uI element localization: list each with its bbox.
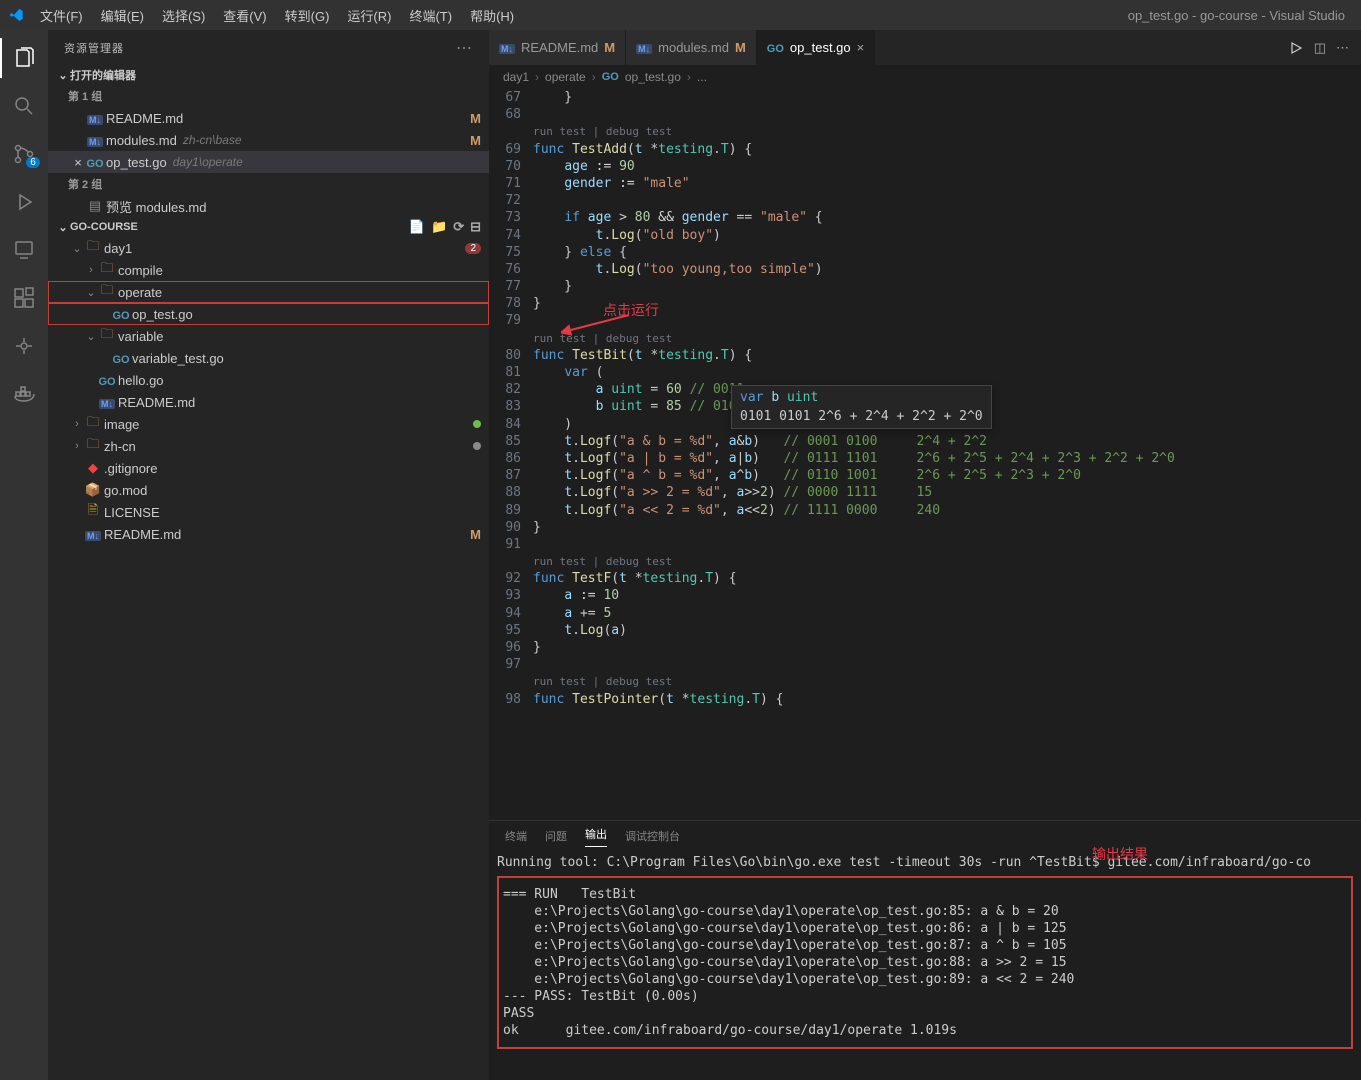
folder-icon: 🗀 xyxy=(98,281,116,303)
collapse-icon[interactable]: ⊟ xyxy=(470,219,481,235)
panel-tabs: 终端 问题 输出 调试控制台 xyxy=(489,821,1361,851)
code-editor[interactable]: 6768697071727374757677787980818283848586… xyxy=(489,89,1361,820)
sidebar: 资源管理器 ⋯ ⌄打开的编辑器 第 1 组 M↓README.mdMM↓modu… xyxy=(48,30,489,1080)
codelens[interactable]: run test | debug test xyxy=(533,553,1361,570)
menu-run[interactable]: 运行(R) xyxy=(339,2,399,29)
file-tree: ⌄🗀day12›🗀compile⌄🗀operateGOop_test.go⌄🗀v… xyxy=(48,237,489,1080)
file-item[interactable]: 📦go.mod xyxy=(48,479,489,501)
remote-icon[interactable] xyxy=(0,230,48,270)
file-type-icon: GO xyxy=(767,40,784,55)
go-icon: GO xyxy=(112,351,130,366)
close-icon[interactable]: × xyxy=(70,155,86,170)
file-item[interactable]: ◆.gitignore xyxy=(48,457,489,479)
annotation-arrow-icon xyxy=(561,311,633,337)
open-editor-item[interactable]: ×GOop_test.goday1\operate xyxy=(48,151,489,173)
folder-item[interactable]: ›🗀compile xyxy=(48,259,489,281)
open-editors-section[interactable]: ⌄打开的编辑器 xyxy=(48,65,489,85)
menu-file[interactable]: 文件(F) xyxy=(32,2,91,29)
new-folder-icon[interactable]: 📁 xyxy=(431,219,447,235)
bottom-panel: 终端 问题 输出 调试控制台 Running tool: C:\Program Fil… xyxy=(489,820,1361,1080)
license-icon: 🗎 xyxy=(84,501,102,523)
tabs-bar: M↓README.mdMM↓modules.mdMGOop_test.go× ◫… xyxy=(489,30,1361,65)
editor-tab[interactable]: GOop_test.go× xyxy=(757,30,875,65)
codelens[interactable]: run test | debug test xyxy=(533,330,1361,347)
close-icon[interactable]: × xyxy=(857,40,865,55)
file-type-icon: M↓ xyxy=(86,133,104,148)
file-type-icon: ▤ xyxy=(86,198,104,214)
folder-icon: 🗀 xyxy=(98,259,116,281)
gitlens-icon[interactable] xyxy=(0,326,48,366)
folder-item[interactable]: ⌄🗀variable xyxy=(48,325,489,347)
file-item[interactable]: M↓README.mdM xyxy=(48,523,489,545)
md-icon: M↓ xyxy=(84,527,102,542)
file-item[interactable]: M↓README.md xyxy=(48,391,489,413)
folder-icon: 🗀 xyxy=(84,413,102,435)
go-icon: GO xyxy=(112,307,130,322)
file-type-icon: M↓ xyxy=(86,111,104,126)
codelens[interactable]: run test | debug test xyxy=(533,123,1361,140)
docker-icon[interactable] xyxy=(0,374,48,414)
file-item[interactable]: 🗎LICENSE xyxy=(48,501,489,523)
editor-tab[interactable]: M↓README.mdM xyxy=(489,30,626,65)
project-section[interactable]: ⌄GO-COURSE 📄 📁 ⟳ ⊟ xyxy=(48,217,489,237)
annotation-output-label: 输出结果 xyxy=(1092,844,1148,864)
hover-tooltip: var b uint 0101 0101 2^6 + 2^4 + 2^2 + 2… xyxy=(731,385,992,429)
refresh-icon[interactable]: ⟳ xyxy=(453,219,464,235)
gomod-icon: 📦 xyxy=(84,482,102,498)
menu-help[interactable]: 帮助(H) xyxy=(462,2,522,29)
editor-group-1: 第 1 组 xyxy=(48,85,489,107)
menu-select[interactable]: 选择(S) xyxy=(154,2,213,29)
folder-item[interactable]: ⌄🗀operate xyxy=(48,281,489,303)
debug-icon[interactable] xyxy=(0,182,48,222)
editor-group-2: 第 2 组 xyxy=(48,173,489,195)
search-icon[interactable] xyxy=(0,86,48,126)
window-title: op_test.go - go-course - Visual Studio xyxy=(1128,8,1353,23)
file-item[interactable]: GOvariable_test.go xyxy=(48,347,489,369)
menu-bar: 文件(F) 编辑(E) 选择(S) 查看(V) 转到(G) 运行(R) 终端(T… xyxy=(32,2,522,29)
menu-edit[interactable]: 编辑(E) xyxy=(93,2,152,29)
title-bar: 文件(F) 编辑(E) 选择(S) 查看(V) 转到(G) 运行(R) 终端(T… xyxy=(0,0,1361,30)
git-icon: ◆ xyxy=(84,460,102,476)
folder-item[interactable]: ›🗀zh-cn xyxy=(48,435,489,457)
vscode-logo-icon xyxy=(8,7,24,23)
codelens[interactable]: run test | debug test xyxy=(533,673,1361,690)
menu-goto[interactable]: 转到(G) xyxy=(277,2,338,29)
open-editor-item[interactable]: ▤预览 modules.md xyxy=(48,195,489,217)
folder-item[interactable]: ›🗀image xyxy=(48,413,489,435)
sidebar-more-icon[interactable]: ⋯ xyxy=(456,38,473,58)
folder-icon: 🗀 xyxy=(84,435,102,457)
file-item[interactable]: GOop_test.go xyxy=(48,303,489,325)
folder-item[interactable]: ⌄🗀day12 xyxy=(48,237,489,259)
editor-area: M↓README.mdMM↓modules.mdMGOop_test.go× ◫… xyxy=(489,30,1361,1080)
editor-tab[interactable]: M↓modules.mdM xyxy=(626,30,757,65)
sidebar-title: 资源管理器 ⋯ xyxy=(48,30,489,65)
panel-tab[interactable]: 终端 xyxy=(505,828,527,844)
folder-icon: 🗀 xyxy=(84,237,102,259)
panel-tab[interactable]: 调试控制台 xyxy=(625,828,680,844)
scm-badge: 6 xyxy=(26,157,40,168)
panel-output[interactable]: Running tool: C:\Program Files\Go\bin\go… xyxy=(489,851,1361,1080)
activity-bar: 6 xyxy=(0,30,48,1080)
tab-more-icon[interactable]: ⋯ xyxy=(1336,40,1349,56)
folder-icon: 🗀 xyxy=(98,325,116,347)
file-type-icon: GO xyxy=(86,155,104,170)
extensions-icon[interactable] xyxy=(0,278,48,318)
open-editor-item[interactable]: M↓README.mdM xyxy=(48,107,489,129)
md-icon: M↓ xyxy=(98,395,116,410)
file-type-icon: M↓ xyxy=(499,40,515,55)
source-control-icon[interactable]: 6 xyxy=(0,134,48,174)
split-icon[interactable]: ◫ xyxy=(1314,40,1326,56)
file-type-icon: M↓ xyxy=(636,40,652,55)
panel-tab[interactable]: 输出 xyxy=(585,826,607,847)
file-item[interactable]: GOhello.go xyxy=(48,369,489,391)
panel-tab[interactable]: 问题 xyxy=(545,828,567,844)
menu-terminal[interactable]: 终端(T) xyxy=(401,2,460,29)
go-icon: GO xyxy=(98,373,116,388)
new-file-icon[interactable]: 📄 xyxy=(409,219,425,235)
run-tab-icon[interactable] xyxy=(1288,40,1304,56)
menu-view[interactable]: 查看(V) xyxy=(215,2,274,29)
breadcrumb[interactable]: day1› operate› GOop_test.go› ... xyxy=(489,65,1361,89)
explorer-icon[interactable] xyxy=(0,38,48,78)
open-editor-item[interactable]: M↓modules.mdzh-cn\baseM xyxy=(48,129,489,151)
